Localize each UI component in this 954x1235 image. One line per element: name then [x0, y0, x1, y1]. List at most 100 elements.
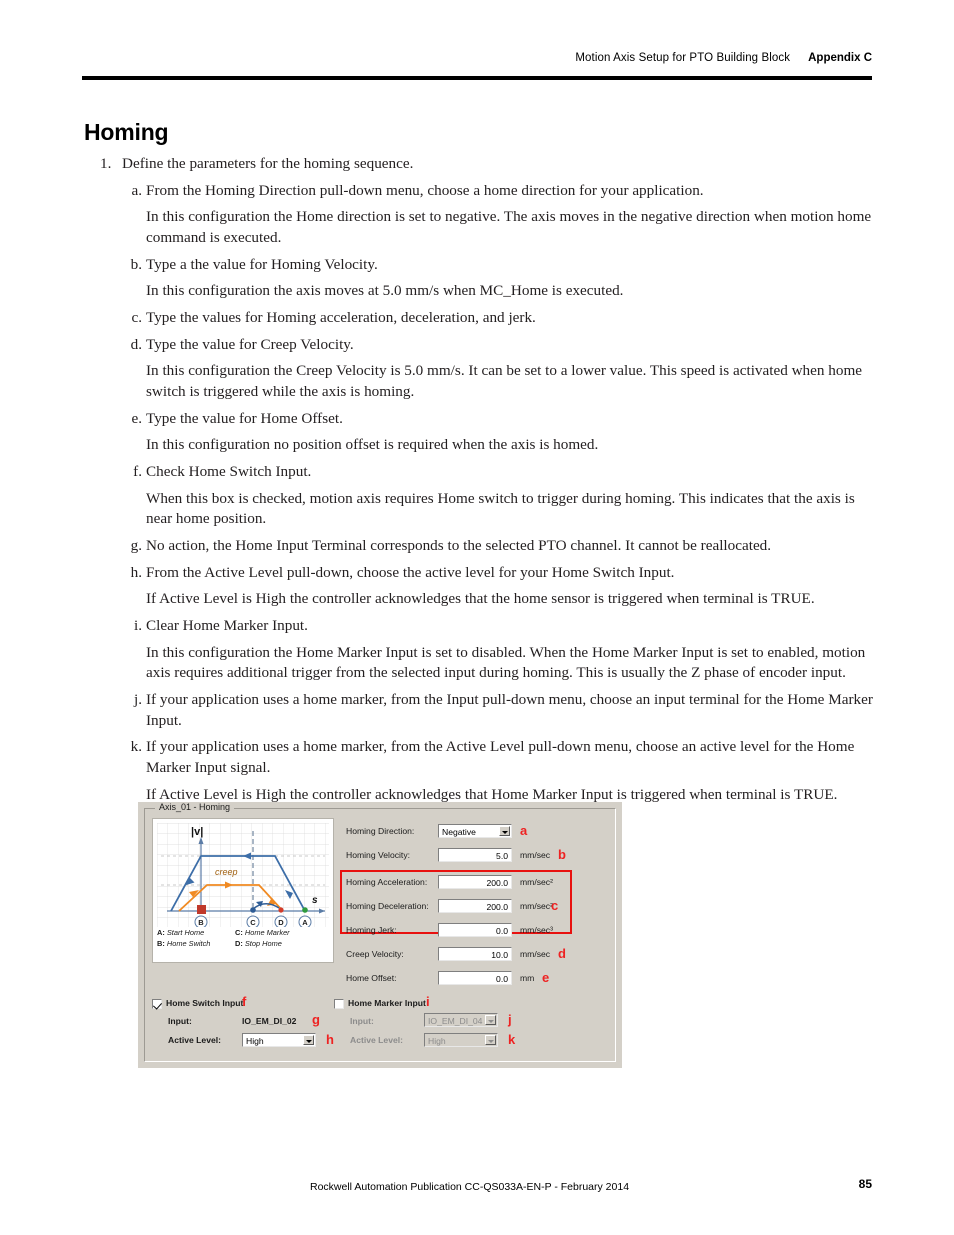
- field-home-offset: Home Offset: 0.0 mm: [346, 971, 566, 986]
- note-paragraph: In this configuration the axis moves at …: [146, 282, 624, 300]
- home-marker-input-label: Home Marker Input: [348, 998, 426, 1008]
- annotation-c: c: [551, 898, 559, 913]
- homing-direction-select[interactable]: Negative: [438, 824, 512, 838]
- list-item-text: Type the value for Home Offset.: [146, 409, 343, 427]
- field-label: Homing Deceleration:: [346, 901, 429, 911]
- note-paragraph: In this configuration the Home direction…: [146, 208, 872, 247]
- home-marker-input-select[interactable]: IO_EM_DI_04: [424, 1013, 498, 1027]
- legend-entry-d: D: Stop Home: [235, 939, 329, 950]
- legend-entry-c: C: Home Marker: [235, 928, 329, 939]
- list-item: k. If your application uses a home marke…: [84, 737, 874, 778]
- chevron-down-icon[interactable]: [303, 1035, 314, 1045]
- groupbox-title: Axis_01 - Homing: [155, 802, 235, 812]
- chevron-down-icon[interactable]: [485, 1035, 496, 1045]
- list-item: b. Type a the value for Homing Velocity.: [84, 255, 874, 276]
- velocity-profile-chart: |v| s creep B C D A A: Start Home C: Hom…: [152, 818, 334, 963]
- svg-text:C: C: [250, 918, 256, 927]
- annotation-h: h: [326, 1032, 334, 1047]
- appendix-label: Appendix C: [808, 52, 872, 64]
- annotation-f: f: [242, 994, 247, 1009]
- svg-text:creep: creep: [215, 867, 238, 877]
- list-marker: c.: [131, 309, 142, 327]
- checkbox-icon[interactable]: [334, 999, 344, 1009]
- legend-key-b: B:: [157, 938, 165, 948]
- field-homing-jerk: Homing Jerk: 0.0 mm/sec³: [346, 923, 566, 938]
- field-unit: mm/sec: [520, 949, 551, 959]
- note-paragraph: When this box is checked, motion axis re…: [146, 489, 855, 528]
- list-item: j. If your application uses a home marke…: [84, 690, 874, 731]
- homing-jerk-input[interactable]: 0.0: [438, 923, 512, 937]
- body-content: 1. Define the parameters for the homing …: [84, 154, 874, 805]
- svg-text:s: s: [312, 895, 318, 906]
- field-homing-deceleration: Homing Deceleration: 200.0 mm/sec²: [346, 899, 566, 914]
- list-item: i. Clear Home Marker Input.: [84, 616, 874, 637]
- running-header: Motion Axis Setup for PTO Building Block…: [82, 48, 872, 66]
- field-homing-velocity: Homing Velocity: 5.0 mm/sec: [346, 848, 566, 863]
- list-item: f. Check Home Switch Input.: [84, 462, 874, 483]
- home-offset-input[interactable]: 0.0: [438, 971, 512, 985]
- annotation-j: j: [508, 1012, 512, 1027]
- field-unit: mm/sec²: [520, 877, 553, 887]
- home-marker-active-level-value: High: [428, 1036, 446, 1046]
- page-number: 85: [858, 1177, 872, 1191]
- legend-key-d: D:: [235, 938, 243, 948]
- field-homing-acceleration: Homing Acceleration: 200.0 mm/sec²: [346, 875, 566, 890]
- field-label: Homing Velocity:: [346, 850, 411, 860]
- list-item-text: No action, the Home Input Terminal corre…: [146, 537, 772, 555]
- creep-velocity-input[interactable]: 10.0: [438, 947, 512, 961]
- list-marker: g.: [130, 537, 142, 555]
- legend-value-d: Stop Home: [244, 938, 282, 948]
- field-label: Homing Direction:: [346, 826, 415, 836]
- list-item-text: Type the values for Homing acceleration,…: [146, 309, 536, 327]
- note-paragraph: In this configuration the Home Marker In…: [146, 643, 866, 682]
- field-homing-direction: Homing Direction: Negative: [346, 824, 566, 839]
- svg-text:A: A: [302, 918, 308, 927]
- home-switch-input-value: IO_EM_DI_02: [242, 1016, 297, 1026]
- legend-entry-b: B: Home Switch: [157, 939, 235, 950]
- home-marker-active-level-select[interactable]: High: [424, 1033, 498, 1047]
- list-marker: d.: [130, 335, 142, 353]
- list-item-text: Define the parameters for the homing seq…: [122, 155, 414, 172]
- page-title: Homing: [84, 119, 169, 146]
- page-footer: 85 Rockwell Automation Publication CC-QS…: [310, 1177, 872, 1195]
- list-item: g. No action, the Home Input Terminal co…: [84, 536, 874, 557]
- list-item-text: If your application uses a home marker, …: [146, 738, 855, 777]
- note-paragraph: In this configuration no position offset…: [146, 436, 599, 454]
- home-switch-active-level-label: Active Level:: [168, 1035, 222, 1045]
- annotation-i: i: [426, 994, 430, 1009]
- home-marker-input-value: IO_EM_DI_04: [428, 1016, 483, 1026]
- field-label: Homing Jerk:: [346, 925, 397, 935]
- list-marker: e.: [131, 409, 142, 427]
- field-unit: mm/sec²: [520, 901, 553, 911]
- homing-acceleration-input[interactable]: 200.0: [438, 875, 512, 889]
- list-item-text: From the Homing Direction pull-down menu…: [146, 181, 704, 199]
- svg-text:|v|: |v|: [191, 826, 203, 838]
- list-marker: 1.: [100, 155, 112, 172]
- annotation-k: k: [508, 1032, 516, 1047]
- legend-value-b: Home Switch: [166, 938, 211, 948]
- list-item-text: Type a the value for Homing Velocity.: [146, 255, 378, 273]
- annotation-e: e: [542, 970, 550, 985]
- list-item: d. Type the value for Creep Velocity.: [84, 335, 874, 356]
- homing-deceleration-input[interactable]: 200.0: [438, 899, 512, 913]
- list-item-text: Check Home Switch Input.: [146, 463, 312, 481]
- chevron-down-icon[interactable]: [485, 1015, 496, 1025]
- svg-text:D: D: [278, 918, 284, 927]
- list-item-text: If your application uses a home marker, …: [146, 691, 873, 729]
- note-paragraph: If Active Level is High the controller a…: [146, 590, 815, 608]
- field-creep-velocity: Creep Velocity: 10.0 mm/sec: [346, 947, 566, 962]
- list-marker: j.: [133, 691, 142, 709]
- home-marker-active-level-label: Active Level:: [350, 1035, 404, 1045]
- homing-direction-value: Negative: [442, 827, 476, 837]
- list-item-text: Type the value for Creep Velocity.: [146, 335, 354, 353]
- list-marker: h.: [130, 563, 142, 581]
- list-marker: a.: [131, 181, 142, 199]
- homing-dialog-screenshot: Axis_01 - Homing |v| s creep B C D A A: …: [138, 802, 622, 1068]
- annotation-b: b: [558, 847, 566, 862]
- chevron-down-icon[interactable]: [499, 826, 510, 836]
- homing-velocity-input[interactable]: 5.0: [438, 848, 512, 862]
- svg-text:B: B: [198, 918, 204, 927]
- home-switch-active-level-select[interactable]: High: [242, 1033, 316, 1047]
- legend-value-a: Start Home: [166, 928, 205, 937]
- checkbox-icon[interactable]: [152, 999, 162, 1009]
